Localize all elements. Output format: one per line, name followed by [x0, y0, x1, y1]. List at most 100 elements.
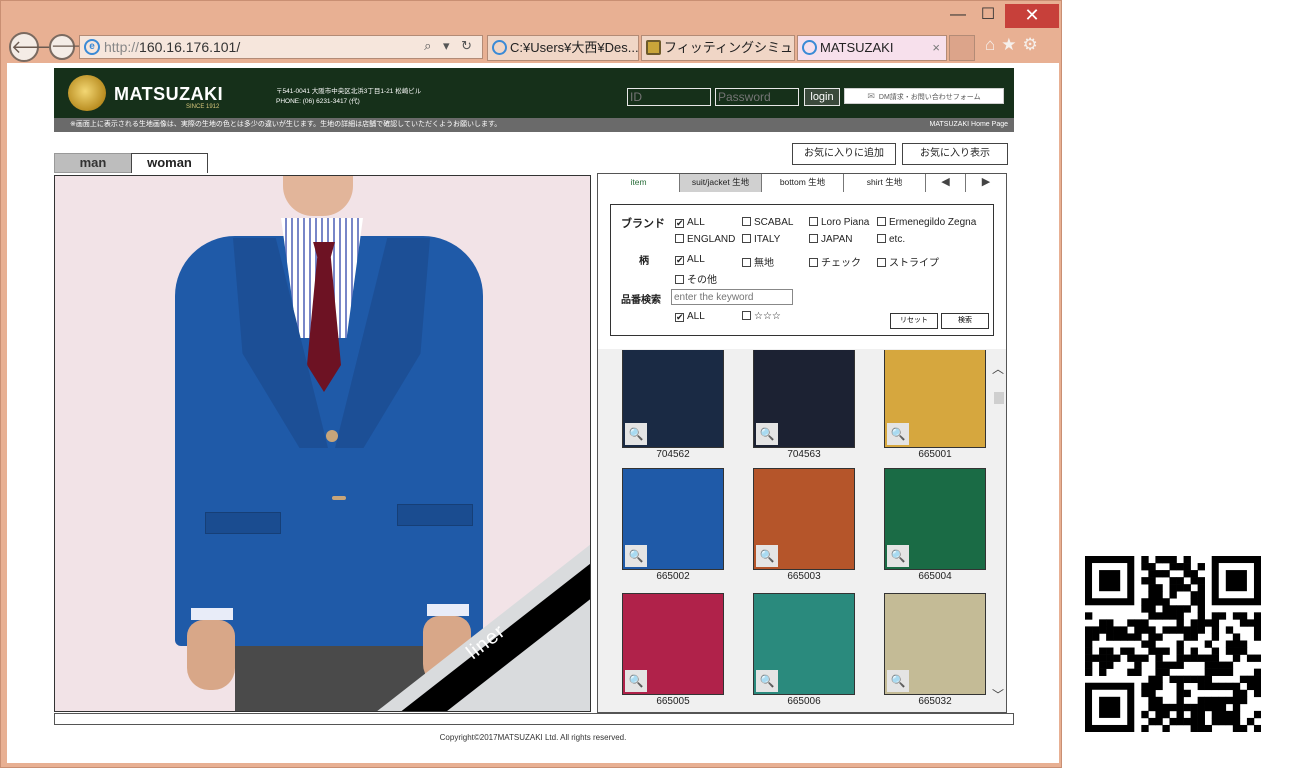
fabric-swatch[interactable]: 🔍 — [884, 593, 986, 695]
search-button[interactable]: 検索 — [941, 313, 989, 329]
checkbox-label: ストライプ — [889, 258, 939, 269]
jacket-pocket-right — [397, 504, 473, 526]
forward-button[interactable]: 🡒 — [49, 34, 91, 60]
zoom-icon[interactable]: 🔍 — [625, 545, 647, 567]
mail-icon: ✉ — [867, 91, 875, 101]
brand-checkbox[interactable]: ✔ ALL — [675, 217, 705, 228]
browser-tab-2[interactable]: フィッティングシミュレーシ... — [641, 35, 795, 61]
zoom-icon[interactable]: 🔍 — [887, 670, 909, 692]
logo-text[interactable]: MATSUZAKI — [114, 84, 223, 105]
zoom-icon[interactable]: 🔍 — [756, 545, 778, 567]
password-field[interactable] — [715, 88, 799, 106]
checkbox-box[interactable] — [809, 234, 818, 243]
minimize-button[interactable]: — — [945, 4, 971, 28]
checkbox-box[interactable]: ✔ — [675, 256, 684, 265]
checkbox-box[interactable] — [742, 234, 751, 243]
fabric-swatch[interactable]: 🔍 — [622, 350, 724, 448]
checkbox-box[interactable] — [809, 217, 818, 226]
tab-bottom[interactable]: bottom 生地 — [762, 174, 844, 192]
tab-item[interactable]: item — [598, 174, 680, 192]
zoom-icon[interactable]: 🔍 — [625, 670, 647, 692]
address-controls[interactable]: ⌕ ▾ ↻ — [424, 38, 476, 54]
copyright: Copyright©2017MATSUZAKI Ltd. All rights … — [439, 733, 627, 742]
id-field[interactable] — [627, 88, 711, 106]
zoom-icon[interactable]: 🔍 — [887, 545, 909, 567]
tab-shirt[interactable]: shirt 生地 — [844, 174, 926, 192]
dm-request-button[interactable]: ✉ DM請求・お問い合わせフォーム — [844, 88, 1004, 104]
pattern-checkbox[interactable]: 無地 — [742, 254, 774, 269]
model-neck — [283, 176, 353, 216]
checkbox-box[interactable]: ✔ — [675, 219, 684, 228]
pattern-checkbox[interactable]: チェック — [809, 254, 861, 269]
browser-tab-active[interactable]: MATSUZAKI × — [797, 35, 947, 61]
rating-checkbox[interactable]: ☆☆☆ — [742, 311, 781, 322]
tab-man[interactable]: man — [54, 153, 132, 173]
close-window-button[interactable]: ✕ — [1005, 4, 1059, 28]
zoom-icon[interactable]: 🔍 — [756, 423, 778, 445]
reset-button[interactable]: リセット — [890, 313, 938, 329]
checkbox-box[interactable] — [742, 258, 751, 267]
pattern-checkbox[interactable]: ストライプ — [877, 254, 939, 269]
checkbox-box[interactable]: ✔ — [675, 313, 684, 322]
checkbox-box[interactable] — [675, 275, 684, 284]
qr-code-graphic — [1085, 556, 1261, 732]
add-favorite-button[interactable]: お気に入りに追加 — [792, 143, 896, 165]
keyword-input[interactable] — [671, 289, 793, 305]
phone-line: PHONE: (06) 6231-3417 (代) — [276, 98, 360, 105]
fabric-swatch[interactable]: 🔍 — [753, 350, 855, 448]
toolbar-icons[interactable]: ⌂★⚙ — [985, 35, 1044, 55]
swatch-code: 665005 — [656, 696, 690, 707]
site-header: MATSUZAKI SINCE 1912 〒541-0041 大阪市中央区北浜3… — [54, 68, 1014, 118]
close-tab-icon[interactable]: × — [932, 36, 940, 60]
scrollbar-thumb[interactable] — [994, 392, 1004, 404]
checkbox-box[interactable] — [675, 234, 684, 243]
zoom-icon[interactable]: 🔍 — [756, 670, 778, 692]
back-button[interactable]: 🡐 — [9, 32, 59, 62]
tab-woman[interactable]: woman — [131, 153, 208, 173]
login-button[interactable]: login — [804, 88, 840, 106]
fabric-panel: item suit/jacket 生地 bottom 生地 shirt 生地 ◀… — [597, 173, 1007, 713]
tab-suit-jacket[interactable]: suit/jacket 生地 — [680, 174, 762, 192]
zoom-icon[interactable]: 🔍 — [887, 423, 909, 445]
tab-next-arrow-icon[interactable]: ▶ — [966, 174, 1006, 192]
fabric-swatch[interactable]: 🔍 — [884, 468, 986, 570]
brand-checkbox[interactable]: ENGLAND — [675, 234, 735, 245]
fabric-swatch[interactable]: 🔍 — [753, 593, 855, 695]
checkbox-box[interactable] — [877, 258, 886, 267]
brand-checkbox[interactable]: etc. — [877, 234, 905, 245]
browser-tab-1[interactable]: C:¥Users¥大西¥Des... — [487, 35, 639, 61]
tab-prev-arrow-icon[interactable]: ◀ — [926, 174, 966, 192]
scroll-down-icon[interactable]: ﹀ — [992, 686, 1004, 703]
brand-checkbox[interactable]: Loro Piana — [809, 217, 869, 228]
fabric-swatch[interactable]: 🔍 — [622, 468, 724, 570]
checkbox-box[interactable] — [877, 234, 886, 243]
home-page-link[interactable]: MATSUZAKI Home Page — [930, 118, 1008, 132]
brand-checkbox[interactable]: JAPAN — [809, 234, 853, 245]
checkbox-label: 無地 — [754, 258, 774, 269]
rating-checkbox[interactable]: ✔ ALL — [675, 311, 705, 322]
filter-box: ブランド ✔ ALL SCABAL Loro Piana Ermenegildo … — [610, 204, 994, 336]
pattern-checkbox[interactable]: ✔ ALL — [675, 254, 705, 265]
show-favorites-button[interactable]: お気に入り表示 — [902, 143, 1008, 165]
brand-checkbox[interactable]: SCABAL — [742, 217, 793, 228]
pattern-checkbox[interactable]: その他 — [675, 271, 717, 286]
new-tab-button[interactable] — [949, 35, 975, 61]
notice-bar: ※画面上に表示される生地画像は、実際の生地の色とは多少の違いが生じます。生地の詳… — [54, 118, 1014, 132]
address-bar[interactable]: e http://160.16.176.101/ ⌕ ▾ ↻ — [79, 35, 483, 59]
scroll-up-icon[interactable]: ︿ — [992, 360, 1004, 377]
page-viewport: MATSUZAKI SINCE 1912 〒541-0041 大阪市中央区北浜3… — [7, 63, 1059, 763]
maximize-button[interactable]: ☐ — [975, 4, 1001, 28]
swatch-code: 704563 — [787, 449, 821, 460]
checkbox-box[interactable] — [742, 311, 751, 320]
checkbox-label: ENGLAND — [687, 234, 736, 245]
checkbox-box[interactable] — [877, 217, 886, 226]
fabric-swatch[interactable]: 🔍 — [753, 468, 855, 570]
brand-checkbox[interactable]: Ermenegildo Zegna — [877, 217, 976, 228]
brand-checkbox[interactable]: ITALY — [742, 234, 780, 245]
liner-corner[interactable] — [376, 544, 590, 711]
checkbox-box[interactable] — [742, 217, 751, 226]
fabric-swatch[interactable]: 🔍 — [622, 593, 724, 695]
fabric-swatch[interactable]: 🔍 — [884, 350, 986, 448]
checkbox-box[interactable] — [809, 258, 818, 267]
zoom-icon[interactable]: 🔍 — [625, 423, 647, 445]
